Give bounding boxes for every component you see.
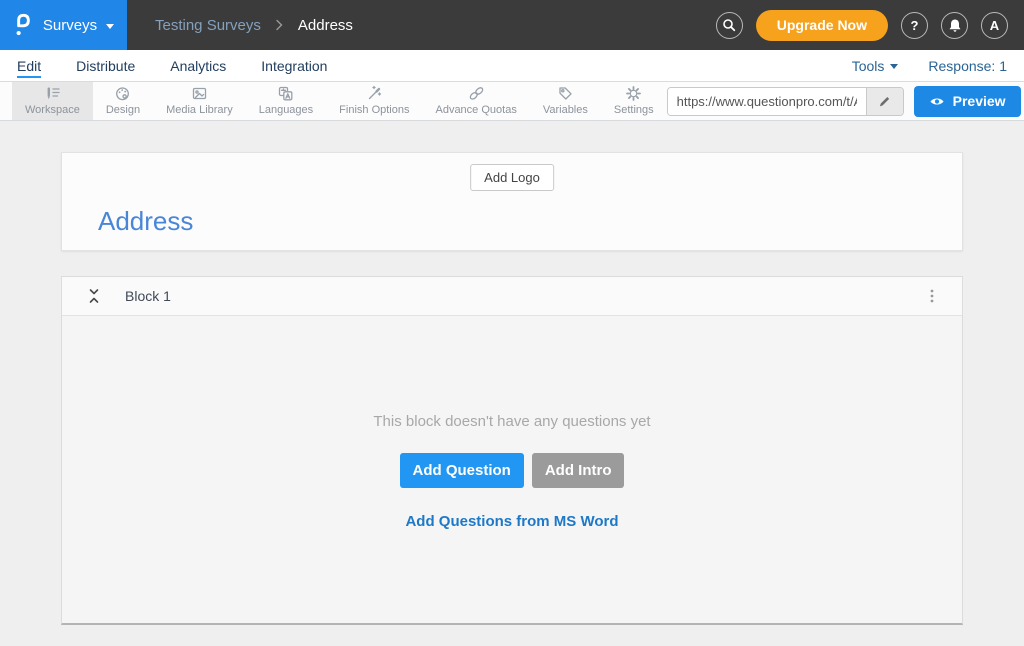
chevron-down-icon [890, 64, 898, 69]
toolbar-item-design[interactable]: Design [93, 82, 153, 120]
main-nav: Edit Distribute Analytics Integration To… [0, 50, 1024, 82]
block-body: This block doesn't have any questions ye… [62, 316, 962, 623]
tools-menu-button[interactable]: Tools [852, 58, 899, 74]
chevron-down-icon [106, 24, 114, 29]
block-options-button[interactable] [926, 285, 938, 307]
toolbar-item-workspace[interactable]: Workspace [12, 82, 93, 120]
toolbar-item-label: Finish Options [339, 104, 409, 116]
tab-distribute[interactable]: Distribute [76, 50, 135, 81]
topbar-actions: Upgrade Now ? A [716, 10, 1024, 41]
block-actions: Add Question Add Intro [400, 453, 625, 488]
survey-header-card: Add Logo Address [61, 152, 963, 251]
chain-link-icon [468, 85, 485, 102]
survey-title[interactable]: Address [98, 206, 193, 237]
avatar-button[interactable]: A [981, 12, 1008, 39]
response-count: Response: 1 [928, 58, 1007, 74]
toolbar-item-label: Languages [259, 104, 313, 116]
block-card: Block 1 This block doesn't have any ques… [61, 276, 963, 625]
notifications-button[interactable] [941, 12, 968, 39]
breadcrumb-current: Address [298, 17, 353, 34]
upgrade-button[interactable]: Upgrade Now [756, 10, 888, 41]
topbar: Surveys Testing Surveys Address Upgrade … [0, 0, 1024, 50]
toolbar-item-languages[interactable]: Languages [246, 82, 326, 120]
tabbar-right: Tools Response: 1 [852, 50, 1007, 81]
block-title[interactable]: Block 1 [125, 288, 171, 304]
questionpro-logo-icon [13, 12, 34, 38]
toolbar-item-variables[interactable]: Variables [530, 82, 601, 120]
magic-wand-icon [366, 85, 383, 102]
block-header: Block 1 [62, 277, 962, 316]
toolbar-item-label: Advance Quotas [435, 104, 516, 116]
toolbar-item-finish-options[interactable]: Finish Options [326, 82, 422, 120]
survey-editor-canvas: Add Logo Address Block 1 This block does… [0, 121, 1024, 625]
toolbar-item-label: Variables [543, 104, 588, 116]
survey-url-input[interactable] [668, 88, 866, 115]
preview-label: Preview [953, 93, 1006, 109]
eye-icon [929, 95, 945, 108]
tab-edit[interactable]: Edit [17, 50, 41, 81]
tools-label: Tools [852, 58, 885, 74]
toolbar-item-label: Settings [614, 104, 654, 116]
tab-analytics[interactable]: Analytics [170, 50, 226, 81]
empty-block-message: This block doesn't have any questions ye… [373, 413, 650, 430]
toolbar-right: Preview [667, 82, 1024, 120]
toolbar-item-label: Design [106, 104, 140, 116]
tag-icon [557, 85, 574, 102]
product-switcher[interactable]: Surveys [0, 0, 127, 50]
breadcrumb-parent-link[interactable]: Testing Surveys [155, 17, 261, 34]
main-tabs: Edit Distribute Analytics Integration [17, 50, 327, 81]
survey-url-group [667, 87, 904, 116]
toolbar-item-label: Workspace [25, 104, 80, 116]
edit-url-button[interactable] [866, 88, 903, 115]
pencil-icon [878, 95, 891, 108]
add-logo-button[interactable]: Add Logo [470, 164, 554, 191]
gear-icon [625, 85, 642, 102]
toolbar-item-settings[interactable]: Settings [601, 82, 667, 120]
toolbar-item-advance-quotas[interactable]: Advance Quotas [422, 82, 529, 120]
preview-button[interactable]: Preview [914, 86, 1021, 117]
workspace-icon [44, 85, 61, 102]
breadcrumb-separator-icon [276, 19, 283, 31]
help-label: ? [911, 18, 919, 33]
image-icon [191, 85, 208, 102]
toolbar-item-media-library[interactable]: Media Library [153, 82, 246, 120]
ellipsis-vertical-icon [930, 289, 934, 303]
breadcrumb: Testing Surveys Address [155, 17, 353, 34]
product-name: Surveys [43, 17, 97, 34]
bell-icon [948, 18, 962, 33]
avatar-initial: A [990, 18, 999, 33]
add-questions-from-ms-word-link[interactable]: Add Questions from MS Word [405, 513, 618, 530]
help-button[interactable]: ? [901, 12, 928, 39]
collapse-icon [88, 288, 100, 304]
add-question-button[interactable]: Add Question [400, 453, 524, 488]
editor-toolbar: Workspace Design Media Library Languages [0, 82, 1024, 121]
tab-integration[interactable]: Integration [261, 50, 327, 81]
palette-icon [114, 85, 131, 102]
collapse-block-button[interactable] [86, 286, 102, 306]
search-icon [722, 18, 736, 32]
toolbar-item-label: Media Library [166, 104, 233, 116]
add-intro-button[interactable]: Add Intro [532, 453, 625, 488]
translate-icon [277, 85, 294, 102]
search-button[interactable] [716, 12, 743, 39]
